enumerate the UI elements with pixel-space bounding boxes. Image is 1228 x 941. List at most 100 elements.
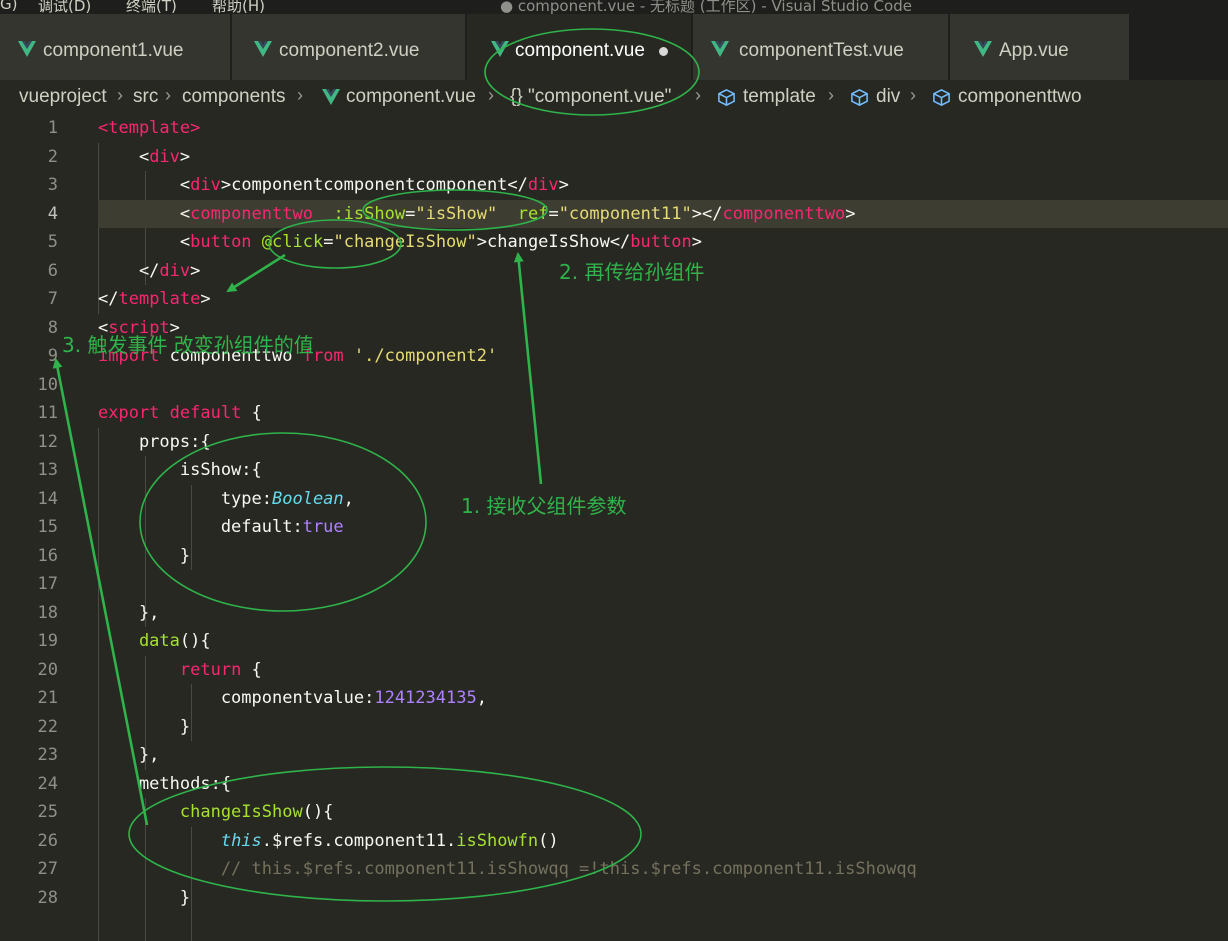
line-number: 16 <box>37 545 58 566</box>
annotation-note-1: 1. 接收父组件参数 <box>461 494 627 518</box>
code-token: "changeIsShow" <box>333 232 477 252</box>
code-line[interactable]: isShow:{ <box>98 456 262 485</box>
code-token: componenttwo <box>722 203 846 224</box>
line-number: 7 <box>47 289 58 309</box>
code-token: { <box>241 659 262 680</box>
code-token: < <box>98 203 191 224</box>
code-token: return <box>179 659 242 680</box>
code-token: } <box>98 887 191 908</box>
line-number: 8 <box>47 317 58 338</box>
code-token: > <box>200 289 211 309</box>
code-line[interactable]: <button @click="changeIsShow">changeIsSh… <box>98 228 702 257</box>
tab-component-active[interactable]: component.vue <box>467 14 692 80</box>
code-token: isShowfn <box>456 830 539 851</box>
code-line[interactable]: methods:{ <box>98 770 231 799</box>
line-number: 24 <box>37 773 58 794</box>
cube-icon <box>933 89 950 106</box>
code-line[interactable]: export default { <box>98 399 262 428</box>
line-number: 2 <box>47 146 58 167</box>
breadcrumb-module[interactable]: {} "component.vue" <box>510 86 671 108</box>
line-number: 20 <box>37 659 58 680</box>
code-token: > <box>190 260 201 281</box>
breadcrumb-src[interactable]: src <box>133 86 158 108</box>
chevron-right-icon: › <box>117 85 123 105</box>
code-line[interactable]: <template> <box>98 114 200 143</box>
code-line[interactable]: </div> <box>98 257 200 286</box>
code-line[interactable]: return { <box>98 656 262 685</box>
unsaved-dot-icon[interactable] <box>659 47 668 56</box>
code-line[interactable]: changeIsShow(){ <box>98 798 334 827</box>
line-number: 26 <box>37 830 58 851</box>
tab-componenttest[interactable]: componentTest.vue <box>693 14 949 80</box>
menu-item-terminal[interactable]: 终端(T) <box>126 0 177 14</box>
tab-component1[interactable]: component1.vue <box>0 14 231 80</box>
vue-file-icon <box>18 41 36 57</box>
tab-label: componentTest.vue <box>739 40 904 61</box>
line-number: 11 <box>37 403 58 423</box>
code-token: changeIsShow <box>98 802 303 822</box>
code-token: div <box>190 175 221 195</box>
breadcrumb-componenttwo[interactable]: componenttwo <box>958 86 1082 108</box>
code-line[interactable]: </template> <box>98 285 211 314</box>
code-line[interactable]: componentvalue:1241234135, <box>98 684 487 713</box>
code-token: <template> <box>98 118 201 138</box>
line-number: 9 <box>47 346 58 366</box>
code-token: componenttwo <box>190 203 313 224</box>
code-line[interactable]: // this.$refs.component11.isShowqq =!thi… <box>98 855 917 884</box>
code-line[interactable]: } <box>98 542 190 571</box>
code-token: Boolean <box>272 488 344 509</box>
line-number: 14 <box>37 488 58 509</box>
code-token: @click <box>261 232 324 252</box>
code-line[interactable]: type:Boolean, <box>98 485 354 514</box>
code-token: = <box>405 203 416 224</box>
tab-app[interactable]: App.vue <box>950 14 1130 80</box>
vue-file-icon <box>254 41 272 57</box>
code-token: button <box>630 232 692 252</box>
menu-item-g[interactable]: G) <box>0 0 17 13</box>
annotation-note-2: 2. 再传给孙组件 <box>559 260 705 284</box>
code-line[interactable]: this.$refs.component11.isShowfn() <box>98 827 559 856</box>
code-line[interactable]: data(){ <box>98 627 211 656</box>
code-line[interactable]: } <box>98 884 190 913</box>
breadcrumb-file[interactable]: component.vue <box>346 86 476 108</box>
code-line[interactable]: <div>componentcomponentcomponent</div> <box>98 171 569 200</box>
code-line[interactable]: <div> <box>98 143 190 172</box>
breadcrumb-vueproject[interactable]: vueproject <box>19 86 107 108</box>
line-number: 18 <box>37 602 58 623</box>
menu-bar: G) 调试(D) 终端(T) 帮助(H) ● component.vue - 无… <box>0 0 1228 14</box>
code-line[interactable]: default:true <box>98 513 344 542</box>
code-token: > <box>179 146 191 167</box>
tab-component2[interactable]: component2.vue <box>232 14 466 80</box>
code-token: button <box>190 232 252 252</box>
line-number: 22 <box>37 716 58 737</box>
code-line[interactable]: props:{ <box>98 428 211 457</box>
line-number: 15 <box>37 517 58 537</box>
code-token: (){ <box>302 802 334 822</box>
menu-item-debug[interactable]: 调试(D) <box>38 0 91 14</box>
code-line[interactable]: } <box>98 713 190 742</box>
line-number: 3 <box>47 175 58 195</box>
breadcrumb-div[interactable]: div <box>876 86 900 108</box>
breadcrumb: vueproject › src › components › componen… <box>0 80 1228 114</box>
code-token: > <box>845 203 856 224</box>
code-token: default <box>169 403 242 423</box>
code-line[interactable]: }, <box>98 741 159 770</box>
code-token: () <box>538 830 559 851</box>
code-line[interactable]: }, <box>98 599 159 628</box>
breadcrumb-components[interactable]: components <box>182 86 286 108</box>
code-token: , <box>343 488 354 509</box>
code-token: ref <box>517 203 549 224</box>
code-line[interactable]: <componenttwo :isShow="isShow" ref="comp… <box>98 200 856 229</box>
menu-item-help[interactable]: 帮助(H) <box>212 0 265 14</box>
tab-label: App.vue <box>999 40 1069 61</box>
chevron-right-icon: › <box>828 85 834 105</box>
breadcrumb-template[interactable]: template <box>743 86 816 108</box>
chevron-right-icon: › <box>695 85 701 105</box>
code-token: "isShow" <box>415 203 498 224</box>
line-number: 23 <box>37 745 58 765</box>
code-token: < <box>98 146 150 167</box>
